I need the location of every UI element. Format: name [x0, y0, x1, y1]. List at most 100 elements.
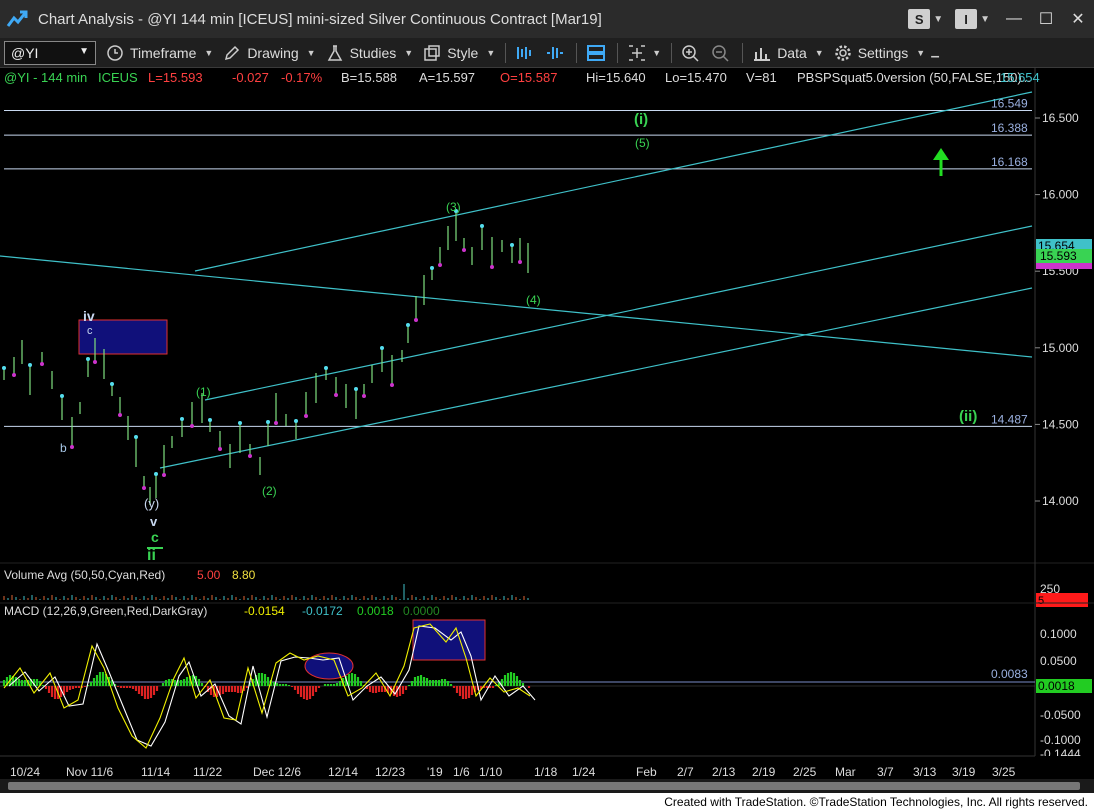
pencil-icon [225, 45, 240, 60]
chevron-down-icon[interactable]: ▼ [933, 14, 943, 25]
crosshair-icon [629, 44, 646, 61]
date-axis-label: Mar [835, 765, 856, 779]
wave-label-2: (2) [262, 484, 277, 498]
macd-axis-label: -0.1000 [1040, 733, 1081, 747]
chevron-down-icon: ▼ [204, 47, 214, 58]
pivot-high-dot [154, 472, 158, 476]
pivot-low-dot [142, 486, 146, 490]
wave-label-y: (y) [144, 496, 159, 511]
date-axis-label: 3/19 [952, 765, 976, 779]
pivot-low-dot [462, 248, 466, 252]
price-axis-label: 16.000 [1042, 188, 1079, 202]
data-label: Data [777, 44, 807, 61]
bar-spacing-increase-button[interactable] [544, 43, 566, 63]
chevron-down-icon[interactable]: ▼ [79, 46, 89, 57]
pivot-high-dot [480, 224, 484, 228]
date-axis-label: 10/24 [10, 765, 40, 779]
crosshair-button[interactable] [626, 43, 648, 63]
chevron-down-icon: ▼ [814, 47, 824, 58]
footer-copyright: Created with TradeStation. ©TradeStation… [0, 793, 1094, 811]
pivot-high-dot [60, 394, 64, 398]
wave-label-b: b [60, 441, 67, 455]
zoom-in-button[interactable] [680, 43, 702, 63]
bar-spacing-decrease-button[interactable] [514, 43, 536, 63]
chevron-down-icon: ▼ [486, 47, 496, 58]
toolbar-divider [742, 42, 744, 63]
chart-canvas[interactable]: 16.549 16.388 16.168 14.487 (i) (5) (3) (4)… [0, 68, 1094, 793]
date-axis-label: 11/14 [141, 765, 170, 779]
studies-label: Studies [349, 44, 397, 61]
pivot-low-dot [190, 424, 194, 428]
volume-value-1: 5.00 [197, 568, 221, 582]
date-axis-label: 2/19 [752, 765, 776, 779]
flask-icon [327, 44, 342, 61]
macd-label: MACD (12,26,9,Green,Red,DarkGray) [4, 604, 207, 618]
pivot-high-dot [2, 366, 6, 370]
macd-signal-value: -0.0172 [302, 604, 343, 618]
zoom-out-icon [712, 44, 729, 62]
symbol-input[interactable]: @YI ▼ [4, 40, 96, 65]
toolbar-divider [576, 42, 578, 63]
price-axis-label: 14.500 [1042, 417, 1079, 431]
date-axis-label: '19 [427, 765, 443, 779]
maximize-icon[interactable]: ☐ [1030, 0, 1062, 38]
pivot-low-dot [490, 265, 494, 269]
header-indicator: PBSPSquat5.0version (50,FALSE,150) [797, 70, 1022, 85]
symbol-link-button[interactable]: S [908, 9, 931, 29]
date-axis-label: 1/18 [534, 765, 558, 779]
wave-label-3: (3) [446, 200, 461, 214]
level-label: 16.388 [991, 121, 1028, 135]
close-icon[interactable]: ✕ [1062, 0, 1094, 38]
title-bar: Chart Analysis - @YI 144 min [ICEUS] min… [0, 0, 1094, 38]
settings-menu[interactable]: Settings ▼ [834, 44, 925, 62]
toolbar-overflow-icon[interactable]: ▁ [931, 47, 939, 58]
date-axis-label: 3/13 [913, 765, 937, 779]
drawing-menu[interactable]: Drawing ▼ [223, 44, 316, 62]
chart-area[interactable]: 16.549 16.388 16.168 14.487 (i) (5) (3) (4)… [0, 68, 1094, 793]
interval-link-button[interactable]: I [955, 9, 978, 29]
wave-label-i: (i) [634, 111, 648, 128]
chevron-down-icon[interactable]: ▼ [652, 48, 661, 58]
date-axis-label: 12/23 [375, 765, 405, 779]
pivot-high-dot [110, 382, 114, 386]
pivot-low-dot [362, 394, 366, 398]
data-menu[interactable]: Data ▼ [753, 44, 824, 62]
timeframe-menu[interactable]: Timeframe ▼ [106, 44, 213, 62]
header-symbol: @YI - 144 min [4, 70, 87, 85]
zoom-out-button[interactable] [710, 43, 732, 63]
price-tag-last-label: 15.593 [1040, 249, 1077, 263]
wave-label-1: (1) [196, 385, 211, 399]
symbol-value: @YI [11, 44, 39, 61]
toolbar-divider [671, 42, 673, 63]
studies-menu[interactable]: Studies ▼ [326, 44, 414, 62]
level-label: 16.168 [991, 155, 1028, 169]
macd-highlight-ellipse[interactable] [304, 652, 354, 680]
chart-header: @YI - 144 min ICEUS L=15.593 -0.027 -0.1… [4, 70, 1040, 85]
header-low: Lo=15.470 [665, 70, 727, 85]
minimize-icon[interactable]: — [998, 0, 1030, 38]
pivot-high-dot [354, 387, 358, 391]
price-tag-indicator [1036, 263, 1092, 269]
pivot-high-dot [86, 357, 90, 361]
pivot-low-dot [438, 263, 442, 267]
chevron-down-icon: ▼ [404, 47, 414, 58]
wave-label-iv: iv [83, 308, 95, 324]
header-exchange: ICEUS [98, 70, 138, 85]
pivot-high-dot [294, 419, 298, 423]
macd-level-label: 0.0083 [991, 667, 1028, 681]
wave-label-5: (5) [635, 136, 650, 150]
level-label: 14.487 [991, 412, 1028, 426]
pivot-high-dot [324, 366, 328, 370]
wave-label-c-green: c [151, 529, 159, 545]
pivot-high-dot [238, 421, 242, 425]
date-axis-label: Nov 11/6 [66, 765, 113, 779]
macd-axis-label: -0.0500 [1040, 708, 1081, 722]
pivot-low-dot [334, 393, 338, 397]
style-menu[interactable]: Style ▼ [423, 44, 495, 62]
window-layout-button[interactable] [585, 43, 607, 63]
chevron-down-icon[interactable]: ▼ [980, 14, 990, 25]
clock-icon [107, 44, 123, 61]
scrollbar-thumb[interactable] [8, 782, 1080, 790]
level-label: 16.549 [991, 96, 1028, 110]
pivot-high-dot [180, 417, 184, 421]
